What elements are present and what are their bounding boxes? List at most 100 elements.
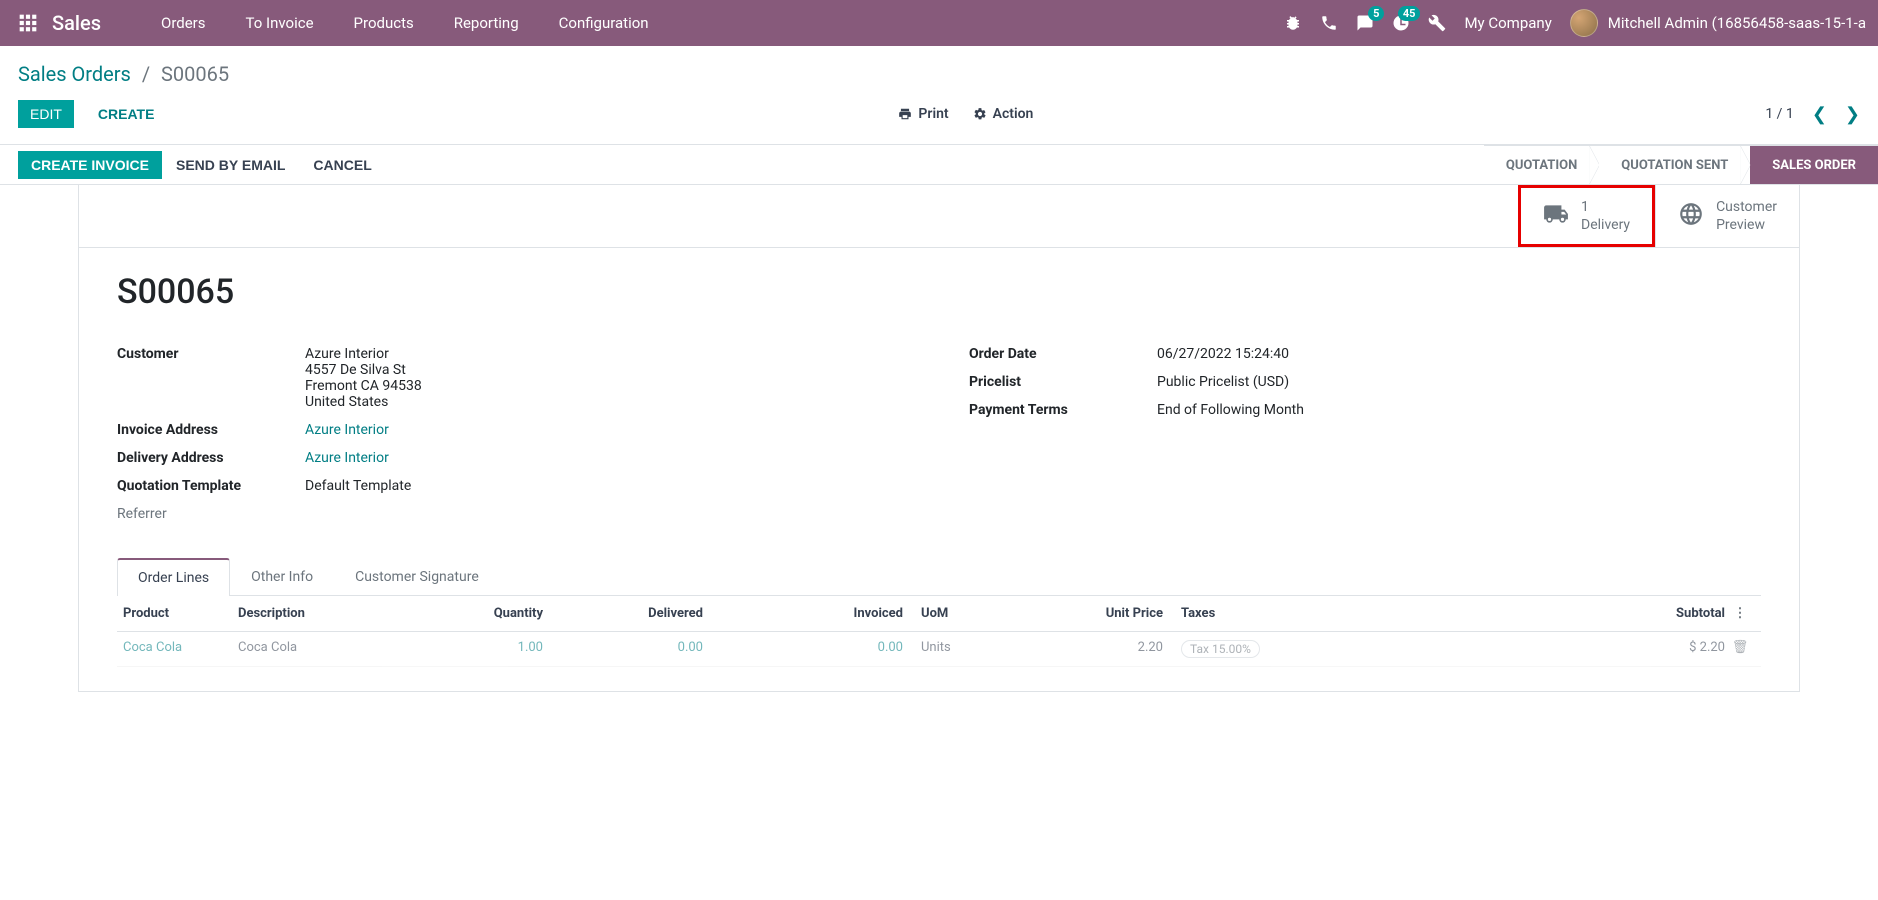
nav-right: 5 45 My Company Mitchell Admin (16856458… <box>1284 9 1878 37</box>
app-brand[interactable]: Sales <box>52 11 101 35</box>
preview-line1: Customer <box>1716 198 1777 216</box>
cell-unit-price: 2.20 <box>1023 640 1163 658</box>
label-payment-terms: Payment Terms <box>969 402 1157 418</box>
avatar <box>1570 9 1598 37</box>
label-invoice-address: Invoice Address <box>117 422 305 438</box>
nav-link-to-invoice[interactable]: To Invoice <box>226 14 334 32</box>
pager: 1 / 1 ❮ ❯ <box>1765 104 1860 125</box>
nav-link-reporting[interactable]: Reporting <box>434 14 539 32</box>
cell-quantity[interactable]: 1.00 <box>413 640 543 658</box>
send-email-button[interactable]: SEND BY EMAIL <box>162 152 299 178</box>
action-label: Action <box>993 106 1034 122</box>
nav-link-orders[interactable]: Orders <box>141 14 226 32</box>
create-invoice-button[interactable]: CREATE INVOICE <box>18 151 162 179</box>
table-header: Product Description Quantity Delivered I… <box>117 596 1761 632</box>
company-selector[interactable]: My Company <box>1464 14 1551 32</box>
top-nav: Sales Orders To Invoice Products Reporti… <box>0 0 1878 46</box>
stage-sales-order[interactable]: SALES ORDER <box>1750 145 1878 184</box>
th-kebab-icon[interactable]: ⋮ <box>1725 606 1755 621</box>
breadcrumb-sep: / <box>142 62 150 86</box>
globe-icon <box>1678 201 1704 231</box>
cell-invoiced[interactable]: 0.00 <box>703 640 903 658</box>
messages-icon[interactable]: 5 <box>1356 14 1374 32</box>
pager-next[interactable]: ❯ <box>1845 104 1860 125</box>
tools-icon[interactable] <box>1428 14 1446 32</box>
create-button[interactable]: CREATE <box>86 100 167 128</box>
pager-text: 1 / 1 <box>1765 106 1793 122</box>
record-title: S00065 <box>117 272 1761 312</box>
pager-prev[interactable]: ❮ <box>1812 104 1827 125</box>
label-quotation-template: Quotation Template <box>117 478 305 494</box>
tab-order-lines[interactable]: Order Lines <box>117 558 230 596</box>
activities-badge: 45 <box>1398 6 1421 21</box>
th-uom: UoM <box>903 606 1023 621</box>
invoice-address-link[interactable]: Azure Interior <box>305 422 909 438</box>
stage-quotation[interactable]: QUOTATION <box>1484 145 1599 184</box>
breadcrumb-current: S00065 <box>161 62 229 86</box>
print-button[interactable]: Print <box>898 106 948 122</box>
th-quantity: Quantity <box>413 606 543 621</box>
cancel-button[interactable]: CANCEL <box>299 152 385 178</box>
customer-link[interactable]: Azure Interior <box>305 346 389 362</box>
label-delivery-address: Delivery Address <box>117 450 305 466</box>
cell-delivered[interactable]: 0.00 <box>543 640 703 658</box>
delete-row-icon[interactable]: 🗑 <box>1725 640 1755 658</box>
preview-line2: Preview <box>1716 216 1777 234</box>
cell-subtotal: $ 2.20 <box>1363 640 1725 658</box>
label-referrer: Referrer <box>117 506 305 522</box>
customer-addr2: Fremont CA 94538 <box>305 378 909 394</box>
activities-icon[interactable]: 45 <box>1392 14 1410 32</box>
cell-product[interactable]: Coca Cola <box>123 640 238 658</box>
cell-description: Coca Cola <box>238 640 413 658</box>
nav-link-products[interactable]: Products <box>334 14 434 32</box>
label-customer: Customer <box>117 346 305 362</box>
truck-icon <box>1543 201 1569 231</box>
print-icon <box>898 107 912 121</box>
label-order-date: Order Date <box>969 346 1157 362</box>
breadcrumb: Sales Orders / S00065 <box>18 62 1860 86</box>
label-pricelist: Pricelist <box>969 374 1157 390</box>
tab-other-info[interactable]: Other Info <box>230 558 334 596</box>
delivery-stat-button[interactable]: 1 Delivery <box>1518 185 1655 247</box>
edit-button[interactable]: EDIT <box>18 100 74 128</box>
th-taxes: Taxes <box>1163 606 1363 621</box>
nav-links: Orders To Invoice Products Reporting Con… <box>141 14 669 32</box>
th-product: Product <box>123 606 238 621</box>
delivery-label: Delivery <box>1581 216 1630 234</box>
customer-preview-button[interactable]: Customer Preview <box>1655 185 1799 247</box>
delivery-address-link[interactable]: Azure Interior <box>305 450 909 466</box>
breadcrumb-parent[interactable]: Sales Orders <box>18 62 131 86</box>
cell-taxes: Tax 15.00% <box>1163 640 1363 658</box>
phone-icon[interactable] <box>1320 14 1338 32</box>
print-label: Print <box>918 106 948 122</box>
payment-terms-value: End of Following Month <box>1157 402 1761 418</box>
user-menu[interactable]: Mitchell Admin (16856458-saas-15-1-a <box>1570 9 1866 37</box>
customer-addr3: United States <box>305 394 909 410</box>
messages-badge: 5 <box>1368 6 1384 21</box>
th-delivered: Delivered <box>543 606 703 621</box>
order-date-value: 06/27/2022 15:24:40 <box>1157 346 1761 362</box>
apps-icon[interactable] <box>16 11 40 35</box>
table-row[interactable]: Coca Cola Coca Cola 1.00 0.00 0.00 Units… <box>117 632 1761 667</box>
th-description: Description <box>238 606 413 621</box>
th-subtotal: Subtotal <box>1363 606 1725 621</box>
breadcrumb-bar: Sales Orders / S00065 <box>0 46 1878 86</box>
tabs: Order Lines Other Info Customer Signatur… <box>117 558 1761 596</box>
quotation-template-value: Default Template <box>305 478 909 494</box>
nav-link-configuration[interactable]: Configuration <box>539 14 669 32</box>
status-stages: QUOTATION QUOTATION SENT SALES ORDER <box>1484 145 1878 184</box>
action-button[interactable]: Action <box>973 106 1034 122</box>
control-bar: EDIT CREATE Print Action 1 / 1 ❮ ❯ <box>0 86 1878 145</box>
stage-quotation-sent[interactable]: QUOTATION SENT <box>1599 145 1750 184</box>
status-bar: CREATE INVOICE SEND BY EMAIL CANCEL QUOT… <box>0 145 1878 185</box>
delivery-count: 1 <box>1581 198 1630 216</box>
th-invoiced: Invoiced <box>703 606 903 621</box>
cell-uom: Units <box>903 640 1023 658</box>
debug-icon[interactable] <box>1284 14 1302 32</box>
gear-icon <box>973 107 987 121</box>
pricelist-value: Public Pricelist (USD) <box>1157 374 1761 390</box>
tab-customer-signature[interactable]: Customer Signature <box>334 558 500 596</box>
stat-buttons: 1 Delivery Customer Preview <box>79 185 1799 248</box>
customer-addr1: 4557 De Silva St <box>305 362 909 378</box>
username: Mitchell Admin (16856458-saas-15-1-a <box>1608 14 1866 32</box>
